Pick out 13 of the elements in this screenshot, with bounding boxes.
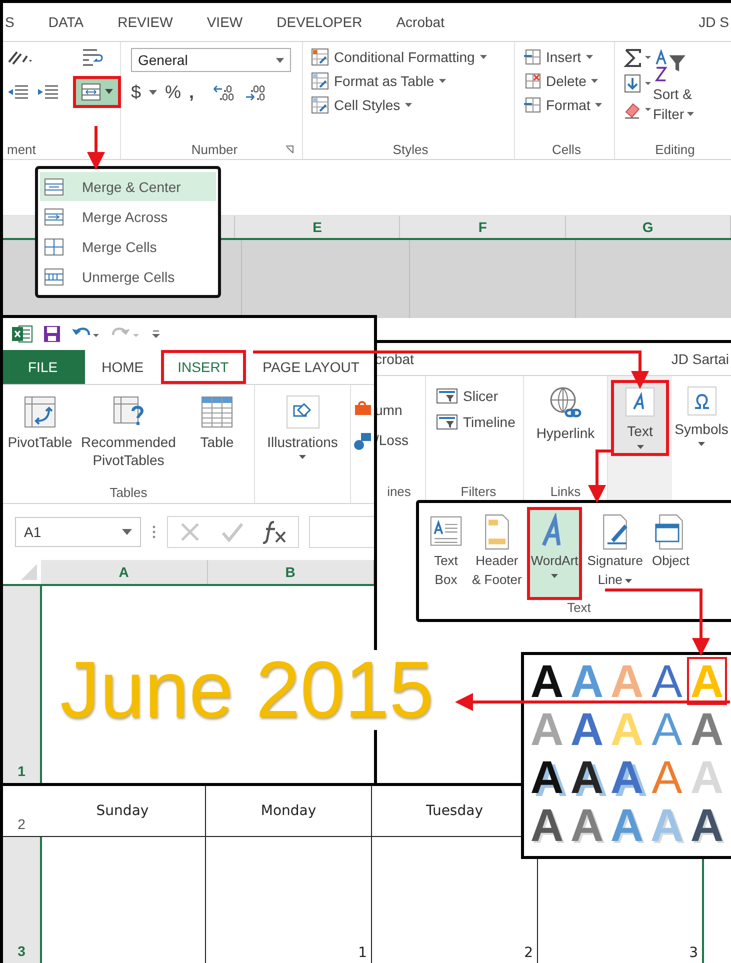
group-label: Filters bbox=[460, 484, 498, 499]
day-name-cell: Sunday bbox=[40, 786, 206, 836]
group-label: Number bbox=[191, 142, 238, 157]
group-label: Tables bbox=[108, 485, 148, 500]
day-name-cell: Monday bbox=[206, 786, 372, 836]
group-label: Text bbox=[566, 600, 592, 615]
group-label: Cells bbox=[551, 142, 582, 157]
date-cell: 1 bbox=[206, 837, 372, 963]
group-label: Styles bbox=[392, 142, 430, 157]
group-label: Editing bbox=[654, 142, 696, 157]
group-label: Links bbox=[550, 484, 581, 499]
group-label: ment bbox=[7, 142, 37, 157]
group-label: ines bbox=[386, 484, 412, 499]
